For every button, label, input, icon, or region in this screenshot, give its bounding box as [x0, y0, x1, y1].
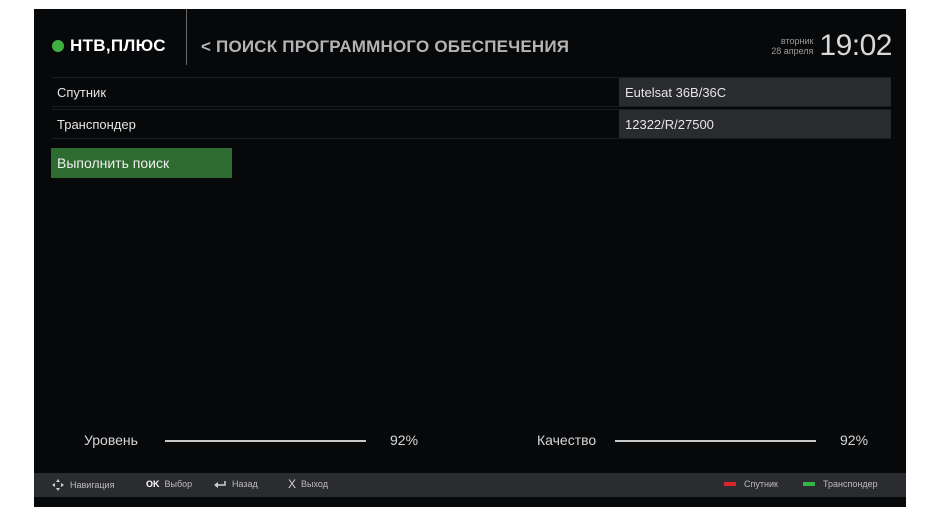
date: 28 апреля — [771, 46, 814, 56]
hint-back: Назад — [214, 479, 258, 489]
transponder-value-field[interactable]: 12322/R/27500 — [619, 110, 891, 138]
red-key-icon — [724, 482, 736, 486]
hint-navigation-label: Навигация — [70, 480, 115, 490]
logo-text: НТВ,ПЛЮС — [70, 36, 166, 55]
weekday: вторник — [780, 36, 814, 46]
hint-back-label: Назад — [232, 479, 258, 489]
hint-red-label: Спутник — [744, 479, 778, 489]
footer-hints: Навигация OK Выбор Назад X Выход Спутник… — [34, 473, 906, 497]
logo-dot-icon — [52, 40, 64, 52]
hint-red-key: Спутник — [724, 479, 778, 489]
level-label: Уровень — [84, 432, 138, 448]
clock: вторник 28 апреля 19:02 — [771, 29, 892, 63]
quality-bar — [615, 440, 816, 442]
date-display: вторник 28 апреля — [771, 36, 813, 56]
transponder-row[interactable]: Транспондер 12322/R/27500 — [52, 109, 891, 139]
level-bar — [165, 440, 366, 442]
time: 19:02 — [819, 29, 892, 62]
header-divider — [186, 9, 187, 65]
exit-key: X — [288, 477, 297, 491]
satellite-row[interactable]: Спутник Eutelsat 36B/36C — [52, 77, 891, 107]
hint-green-label: Транспондер — [823, 479, 878, 489]
page-title: < ПОИСК ПРОГРАММНОГО ОБЕСПЕЧЕНИЯ — [201, 37, 570, 56]
tv-screen: НТВ,ПЛЮС < ПОИСК ПРОГРАММНОГО ОБЕСПЕЧЕНИ… — [34, 9, 906, 507]
quality-label: Качество — [537, 432, 597, 448]
quality-value: 92% — [840, 432, 869, 448]
hint-navigation: Навигация — [52, 479, 114, 491]
dpad-icon — [52, 479, 64, 491]
transponder-value: 12322/R/27500 — [625, 117, 714, 132]
satellite-value: Eutelsat 36B/36C — [625, 85, 727, 100]
hint-green-key: Транспондер — [803, 479, 878, 489]
satellite-label: Спутник — [57, 85, 107, 100]
satellite-value-field[interactable]: Eutelsat 36B/36C — [619, 78, 891, 106]
hint-exit-label: Выход — [301, 479, 328, 489]
green-key-icon — [803, 482, 815, 486]
back-arrow-icon — [214, 481, 226, 488]
brand-logo: НТВ,ПЛЮС — [52, 36, 166, 56]
transponder-label: Транспондер — [57, 117, 136, 132]
hint-select: OK Выбор — [146, 479, 192, 489]
ok-key: OK — [146, 479, 160, 489]
hint-exit: X Выход — [288, 477, 328, 491]
run-search-label: Выполнить поиск — [57, 155, 170, 171]
run-search-button[interactable]: Выполнить поиск — [51, 148, 232, 178]
header: НТВ,ПЛЮС < ПОИСК ПРОГРАММНОГО ОБЕСПЕЧЕНИ… — [34, 9, 906, 79]
level-value: 92% — [390, 432, 419, 448]
hint-select-label: Выбор — [164, 479, 193, 489]
